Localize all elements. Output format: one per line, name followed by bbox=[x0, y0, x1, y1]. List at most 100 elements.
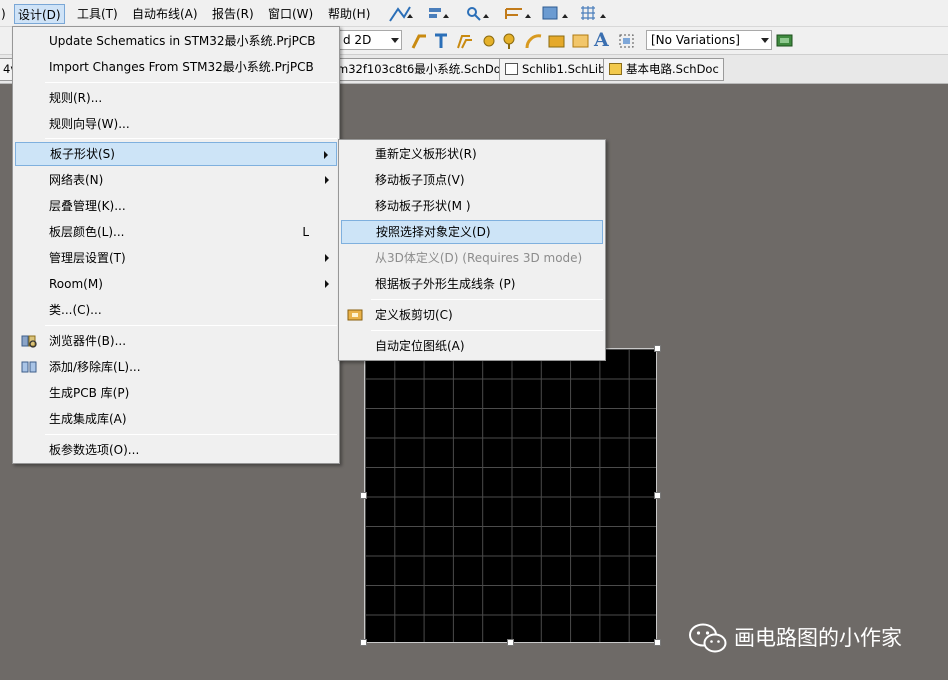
menu-item-define-board-cutout[interactable]: 定义板剪切(C) bbox=[341, 303, 603, 327]
browse-components-icon bbox=[21, 335, 37, 348]
menu-item-auto-position-sheet[interactable]: 自动定位图纸(A) bbox=[341, 334, 603, 358]
tab-stm32-schdoc[interactable]: m32f103c8t6最小系统.SchDoc bbox=[332, 58, 513, 81]
watermark: 画电路图的小作家 bbox=[688, 620, 928, 656]
variations-combo[interactable]: [No Variations] bbox=[646, 30, 772, 50]
polygon-icon[interactable] bbox=[571, 31, 591, 51]
menu-item-label: 板层颜色(L)... bbox=[49, 225, 125, 239]
wechat-icon bbox=[689, 623, 727, 653]
menu-item-define-from-3d[interactable]: 从3D体定义(D) (Requires 3D mode) bbox=[341, 246, 603, 270]
board-cutout-icon bbox=[347, 309, 363, 321]
interactive-route-icon[interactable] bbox=[410, 31, 430, 51]
diff-pair-route-icon[interactable] bbox=[432, 31, 452, 51]
menu-item-label: 自动定位图纸(A) bbox=[375, 339, 465, 353]
menu-item-board-options[interactable]: 板参数选项(O)... bbox=[15, 438, 337, 462]
menu-item-label: 从3D体定义(D) (Requires 3D mode) bbox=[375, 251, 583, 265]
menu-item-add-remove-library[interactable]: 添加/移除库(L)... bbox=[15, 355, 337, 379]
menu-item-label: 定义板剪切(C) bbox=[375, 308, 453, 322]
resize-handle[interactable] bbox=[654, 345, 661, 352]
fill-icon[interactable] bbox=[547, 31, 567, 51]
menu-item-label: 生成PCB 库(P) bbox=[49, 386, 130, 400]
resize-handle[interactable] bbox=[654, 639, 661, 646]
menu-prev[interactable]: ) bbox=[0, 4, 9, 24]
submenu-arrow-icon bbox=[325, 280, 329, 288]
menu-help[interactable]: 帮助(H) bbox=[325, 4, 373, 24]
component-icon[interactable] bbox=[776, 33, 794, 49]
menu-item-label: 浏览器件(B)... bbox=[49, 334, 127, 348]
design-menu: Update Schematics in STM32最小系统.PrjPCB Im… bbox=[12, 26, 340, 464]
align-icon[interactable] bbox=[426, 5, 452, 23]
menu-item-update-schematics[interactable]: Update Schematics in STM32最小系统.PrjPCB bbox=[15, 29, 337, 53]
pad-icon[interactable] bbox=[480, 31, 498, 51]
tab-schlib[interactable]: Schlib1.SchLib bbox=[499, 58, 611, 81]
menu-autoroute[interactable]: 自动布线(A) bbox=[129, 4, 201, 24]
menu-item-redefine-board-shape[interactable]: 重新定义板形状(R) bbox=[341, 142, 603, 166]
menu-item-move-board-shape[interactable]: 移动板子形状(M ) bbox=[341, 194, 603, 218]
menu-item-label: 按照选择对象定义(D) bbox=[376, 225, 491, 239]
library-book-icon bbox=[21, 361, 37, 373]
resize-handle[interactable] bbox=[507, 639, 514, 646]
menu-item-label: 类...(C)... bbox=[49, 303, 102, 317]
menu-separator bbox=[371, 330, 603, 331]
schdoc-icon bbox=[609, 63, 622, 75]
multi-route-icon[interactable] bbox=[455, 31, 475, 51]
menu-item-label: 添加/移除库(L)... bbox=[49, 360, 141, 374]
menu-item-rules[interactable]: 规则(R)... bbox=[15, 86, 337, 110]
arc-icon[interactable] bbox=[524, 31, 544, 51]
string-icon[interactable]: A bbox=[594, 29, 609, 51]
menu-reports[interactable]: 报告(R) bbox=[209, 4, 257, 24]
menu-item-layer-sets[interactable]: 管理层设置(T) bbox=[15, 246, 337, 270]
menu-item-layer-stack[interactable]: 层叠管理(K)... bbox=[15, 194, 337, 218]
menu-design[interactable]: 设计(D) bbox=[14, 4, 65, 24]
select-area-icon[interactable] bbox=[617, 31, 637, 51]
menu-item-label: Import Changes From STM32最小系统.PrjPCB bbox=[49, 60, 314, 74]
menu-separator bbox=[45, 82, 337, 83]
menu-item-move-board-vertices[interactable]: 移动板子顶点(V) bbox=[341, 168, 603, 192]
menu-item-layer-colors[interactable]: 板层颜色(L)... L bbox=[15, 220, 337, 244]
grid-icon[interactable] bbox=[579, 5, 609, 23]
menu-item-label: 移动板子形状(M ) bbox=[375, 199, 471, 213]
menu-item-label: 网络表(N) bbox=[49, 173, 104, 187]
resize-handle[interactable] bbox=[654, 492, 661, 499]
menu-item-classes[interactable]: 类...(C)... bbox=[15, 298, 337, 322]
chevron-down-icon bbox=[391, 38, 399, 43]
menu-item-rules-wizard[interactable]: 规则向导(W)... bbox=[15, 112, 337, 136]
tab-label: Schlib1.SchLib bbox=[522, 62, 606, 76]
menu-item-board-shape[interactable]: 板子形状(S) bbox=[15, 142, 337, 166]
menu-item-label: 层叠管理(K)... bbox=[49, 199, 126, 213]
tab-basic-circuit[interactable]: 基本电路.SchDoc bbox=[603, 58, 724, 81]
chevron-down-icon bbox=[761, 38, 769, 43]
resize-handle[interactable] bbox=[360, 639, 367, 646]
find-similar-icon[interactable] bbox=[464, 5, 492, 23]
measure-icon[interactable] bbox=[388, 5, 414, 23]
menu-window[interactable]: 窗口(W) bbox=[265, 4, 316, 24]
menu-separator bbox=[371, 299, 603, 300]
resize-handle[interactable] bbox=[360, 492, 367, 499]
submenu-arrow-icon bbox=[325, 254, 329, 262]
menu-item-create-primitives-from-shape[interactable]: 根据板子外形生成线条 (P) bbox=[341, 272, 603, 296]
menu-item-label: Room(M) bbox=[49, 277, 103, 291]
menu-item-import-changes[interactable]: Import Changes From STM32最小系统.PrjPCB bbox=[15, 55, 337, 79]
menu-item-netlist[interactable]: 网络表(N) bbox=[15, 168, 337, 192]
menu-item-make-pcb-library[interactable]: 生成PCB 库(P) bbox=[15, 381, 337, 405]
via-icon[interactable] bbox=[500, 31, 520, 51]
schlib-icon bbox=[505, 63, 518, 75]
tab-label: m32f103c8t6最小系统.SchDoc bbox=[337, 62, 508, 76]
menu-tools[interactable]: 工具(T) bbox=[74, 4, 121, 24]
variations-value: [No Variations] bbox=[651, 33, 740, 47]
menu-item-label: 规则向导(W)... bbox=[49, 117, 130, 131]
menu-item-browse-components[interactable]: 浏览器件(B)... bbox=[15, 329, 337, 353]
view-mode-combo[interactable]: d 2D bbox=[338, 30, 402, 50]
menu-separator bbox=[45, 138, 337, 139]
menu-item-label: 根据板子外形生成线条 (P) bbox=[375, 277, 516, 291]
menubar: ) 设计(D) 工具(T) 自动布线(A) 报告(R) 窗口(W) 帮助(H) bbox=[0, 0, 948, 27]
dimension-icon[interactable] bbox=[504, 5, 534, 23]
pcb-sheet[interactable] bbox=[364, 348, 657, 643]
menu-item-label: 规则(R)... bbox=[49, 91, 103, 105]
submenu-arrow-icon bbox=[324, 151, 328, 159]
menu-item-define-from-selected[interactable]: 按照选择对象定义(D) bbox=[341, 220, 603, 244]
menu-item-make-integrated-library[interactable]: 生成集成库(A) bbox=[15, 407, 337, 431]
menu-separator bbox=[45, 325, 337, 326]
layer-set-icon[interactable] bbox=[541, 5, 571, 23]
watermark-text: 画电路图的小作家 bbox=[734, 626, 902, 650]
menu-item-room[interactable]: Room(M) bbox=[15, 272, 337, 296]
